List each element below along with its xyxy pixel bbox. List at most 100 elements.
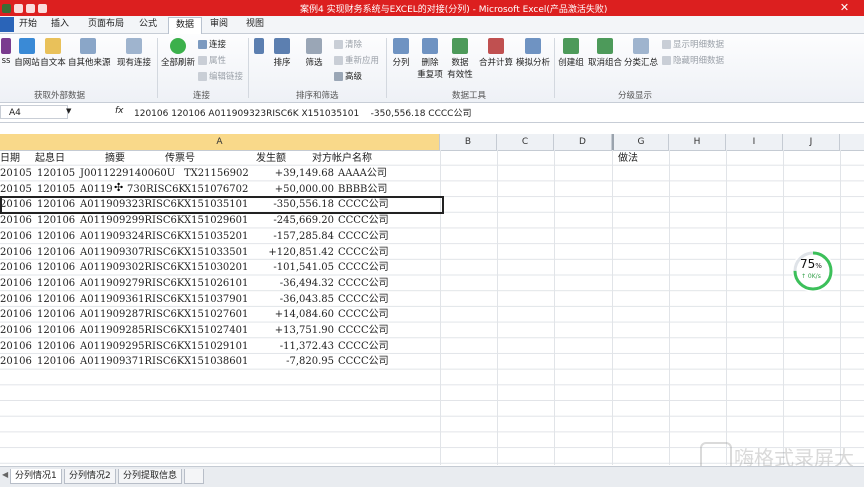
from-text-button[interactable]: 自文本 — [40, 38, 66, 68]
tab-view[interactable]: 视图 — [242, 17, 268, 32]
table-row[interactable]: 20106 120106 A011909285RISC6K X151027401 +13… — [0, 323, 440, 338]
table-row[interactable]: 20106 120106 A011909302RISC6K X151030201 -10… — [0, 260, 440, 275]
group-separator — [554, 38, 555, 98]
file-tab[interactable] — [0, 17, 14, 32]
customize-qat-icon[interactable] — [38, 3, 47, 13]
data-validation-button[interactable]: 数据 有效性 — [446, 38, 474, 80]
cell-voucher: TX21156902 — [184, 168, 249, 179]
cell-summary: A011909302RISC6K — [80, 262, 185, 274]
cell-counterparty: CCCC公司 — [338, 293, 389, 305]
table-row[interactable]: 20106 120106 A011909295RISC6K X151029101 -11… — [0, 339, 440, 354]
table-row[interactable]: 20106 120106 A011909307RISC6K X151033501 +12… — [0, 245, 440, 260]
edit-links-button[interactable]: 编辑链接 — [198, 70, 243, 82]
column-header-d[interactable]: D — [554, 134, 612, 150]
column-header-a[interactable]: A — [0, 134, 440, 150]
table-row[interactable]: 20105 120105 J0011229140060U TX21156902 +39,… — [0, 166, 440, 181]
column-header-i[interactable]: I — [726, 134, 783, 150]
sort-button[interactable]: 排序 — [270, 38, 294, 68]
cell-counterparty: CCCC公司 — [338, 309, 389, 321]
cell-summary: A011909324RISC6K — [80, 230, 185, 242]
cell-voucher: X151029601 — [184, 215, 249, 227]
table-row[interactable]: 20106 120106 A011909299RISC6K X151029601 -24… — [0, 213, 440, 228]
column-header-c[interactable]: C — [497, 134, 554, 150]
table-row[interactable]: 20106 120106 A011909324RISC6K X151035201 -15… — [0, 229, 440, 244]
sort-label: 排序 — [273, 58, 291, 68]
filter-button[interactable]: 筛选 — [302, 38, 326, 68]
insert-sheet-icon[interactable] — [184, 469, 204, 484]
column-header-j[interactable]: J — [783, 134, 840, 150]
active-cell-selection — [0, 196, 444, 214]
tab-insert[interactable]: 插入 — [46, 17, 74, 32]
insert-function-button[interactable]: fx — [115, 106, 124, 116]
sort-ascending-button[interactable] — [252, 38, 266, 56]
close-window-button[interactable]: ✕ — [825, 0, 864, 16]
name-box[interactable]: A4 — [0, 105, 68, 119]
gridline — [840, 150, 841, 465]
redo-icon[interactable] — [26, 3, 35, 13]
group-button[interactable]: 创建组 — [558, 38, 584, 68]
sheet-tab-1[interactable]: 分列情况1 — [10, 469, 62, 484]
what-if-analysis-button[interactable]: 模拟分析 — [514, 38, 552, 68]
cell-voucher: X151038601 — [184, 356, 249, 368]
name-box-dropdown-icon[interactable]: ▼ — [66, 107, 71, 115]
table-row[interactable]: 20105 120105 A0119 730RISC6K X151076702 +50,0… — [0, 181, 440, 197]
reapply-button[interactable]: 重新应用 — [334, 54, 379, 66]
undo-icon[interactable] — [14, 3, 23, 13]
advanced-button[interactable]: 高级 — [334, 70, 362, 82]
properties-button[interactable]: 属性 — [198, 54, 226, 66]
column-header-b[interactable]: B — [440, 134, 497, 150]
consolidate-button[interactable]: 合并计算 — [478, 38, 514, 68]
cell-counterparty: AAAA公司 — [338, 168, 387, 179]
connections-button[interactable]: 连接 — [198, 38, 226, 50]
ungroup-button[interactable]: 取消组合 — [588, 38, 622, 68]
cell-date: 20106 — [0, 293, 32, 305]
cell-voucher: X151037901 — [184, 293, 249, 305]
cell-voucher: X151030201 — [184, 262, 249, 274]
tab-formulas[interactable]: 公式 — [134, 17, 162, 32]
table-row[interactable]: 20106 120106 A011909361RISC6K X151037901 -36… — [0, 292, 440, 307]
existing-connections-button[interactable]: 现有连接 — [116, 38, 152, 68]
from-web-button[interactable]: 自网站 — [14, 38, 40, 68]
from-web-label: 自网站 — [14, 58, 40, 68]
column-header-h[interactable]: H — [669, 134, 726, 150]
hide-detail-button[interactable]: 隐藏明细数据 — [662, 54, 724, 66]
access-button[interactable]: ss — [0, 38, 12, 66]
refresh-all-button[interactable]: 全部刷新 — [160, 38, 196, 68]
cell-value-date: 120106 — [37, 215, 76, 227]
column-header-g[interactable]: G — [612, 134, 669, 150]
cell-counterparty: CCCC公司 — [338, 340, 389, 352]
formula-input[interactable]: 120106 120106 A011909323RISC6K X15103510… — [134, 106, 471, 119]
header-summary: 摘要 — [105, 153, 125, 164]
cell-value-date: 120105 — [37, 183, 76, 195]
tab-home[interactable]: 开始 — [14, 17, 42, 32]
tab-page-layout[interactable]: 页面布局 — [84, 17, 128, 32]
edit-links-icon — [198, 71, 207, 81]
table-header-row: 日期 起息日 摘要 传票号 发生额 对方帐户名称 做法 — [0, 151, 864, 166]
cell-value-date: 120106 — [37, 246, 76, 258]
tab-review[interactable]: 审阅 — [206, 17, 232, 32]
sheet-scroll-left-icon[interactable]: ◀ — [2, 470, 8, 479]
table-row[interactable]: 20106 120106 A011909279RISC6K X151026101 -36… — [0, 276, 440, 291]
table-row[interactable]: 20106 120106 A011909287RISC6K X151027601 +14… — [0, 307, 440, 322]
refresh-all-label: 全部刷新 — [160, 58, 195, 68]
subtotal-button[interactable]: 分类汇总 — [624, 38, 658, 68]
tab-data[interactable]: 数据 — [168, 17, 202, 34]
from-other-sources-button[interactable]: 自其他来源 — [68, 38, 111, 68]
table-row[interactable]: 20106 120106 A011909371RISC6K X151038601 -7,… — [0, 354, 440, 369]
properties-icon — [198, 55, 207, 65]
cell-counterparty: CCCC公司 — [338, 246, 389, 258]
group-separator — [386, 38, 387, 98]
cell-voucher: X151027401 — [184, 325, 249, 336]
remove-duplicates-button[interactable]: 删除 重复项 — [416, 38, 444, 80]
sheet-tab-3[interactable]: 分列提取信息 — [118, 469, 183, 484]
text-to-columns-button[interactable]: 分列 — [390, 38, 412, 68]
show-detail-button[interactable]: 显示明细数据 — [662, 38, 724, 50]
hide-detail-icon — [662, 55, 671, 65]
header-counterparty: 对方帐户名称 — [312, 153, 372, 164]
sheet-tab-2[interactable]: 分列情况2 — [64, 469, 116, 484]
clear-button[interactable]: 清除 — [334, 38, 362, 50]
cell-amount: -245,669.20 — [273, 215, 334, 227]
header-value-date: 起息日 — [35, 153, 65, 164]
cell-summary: A011909287RISC6K — [80, 309, 185, 321]
cell-summary: A011909295RISC6K — [80, 340, 185, 352]
